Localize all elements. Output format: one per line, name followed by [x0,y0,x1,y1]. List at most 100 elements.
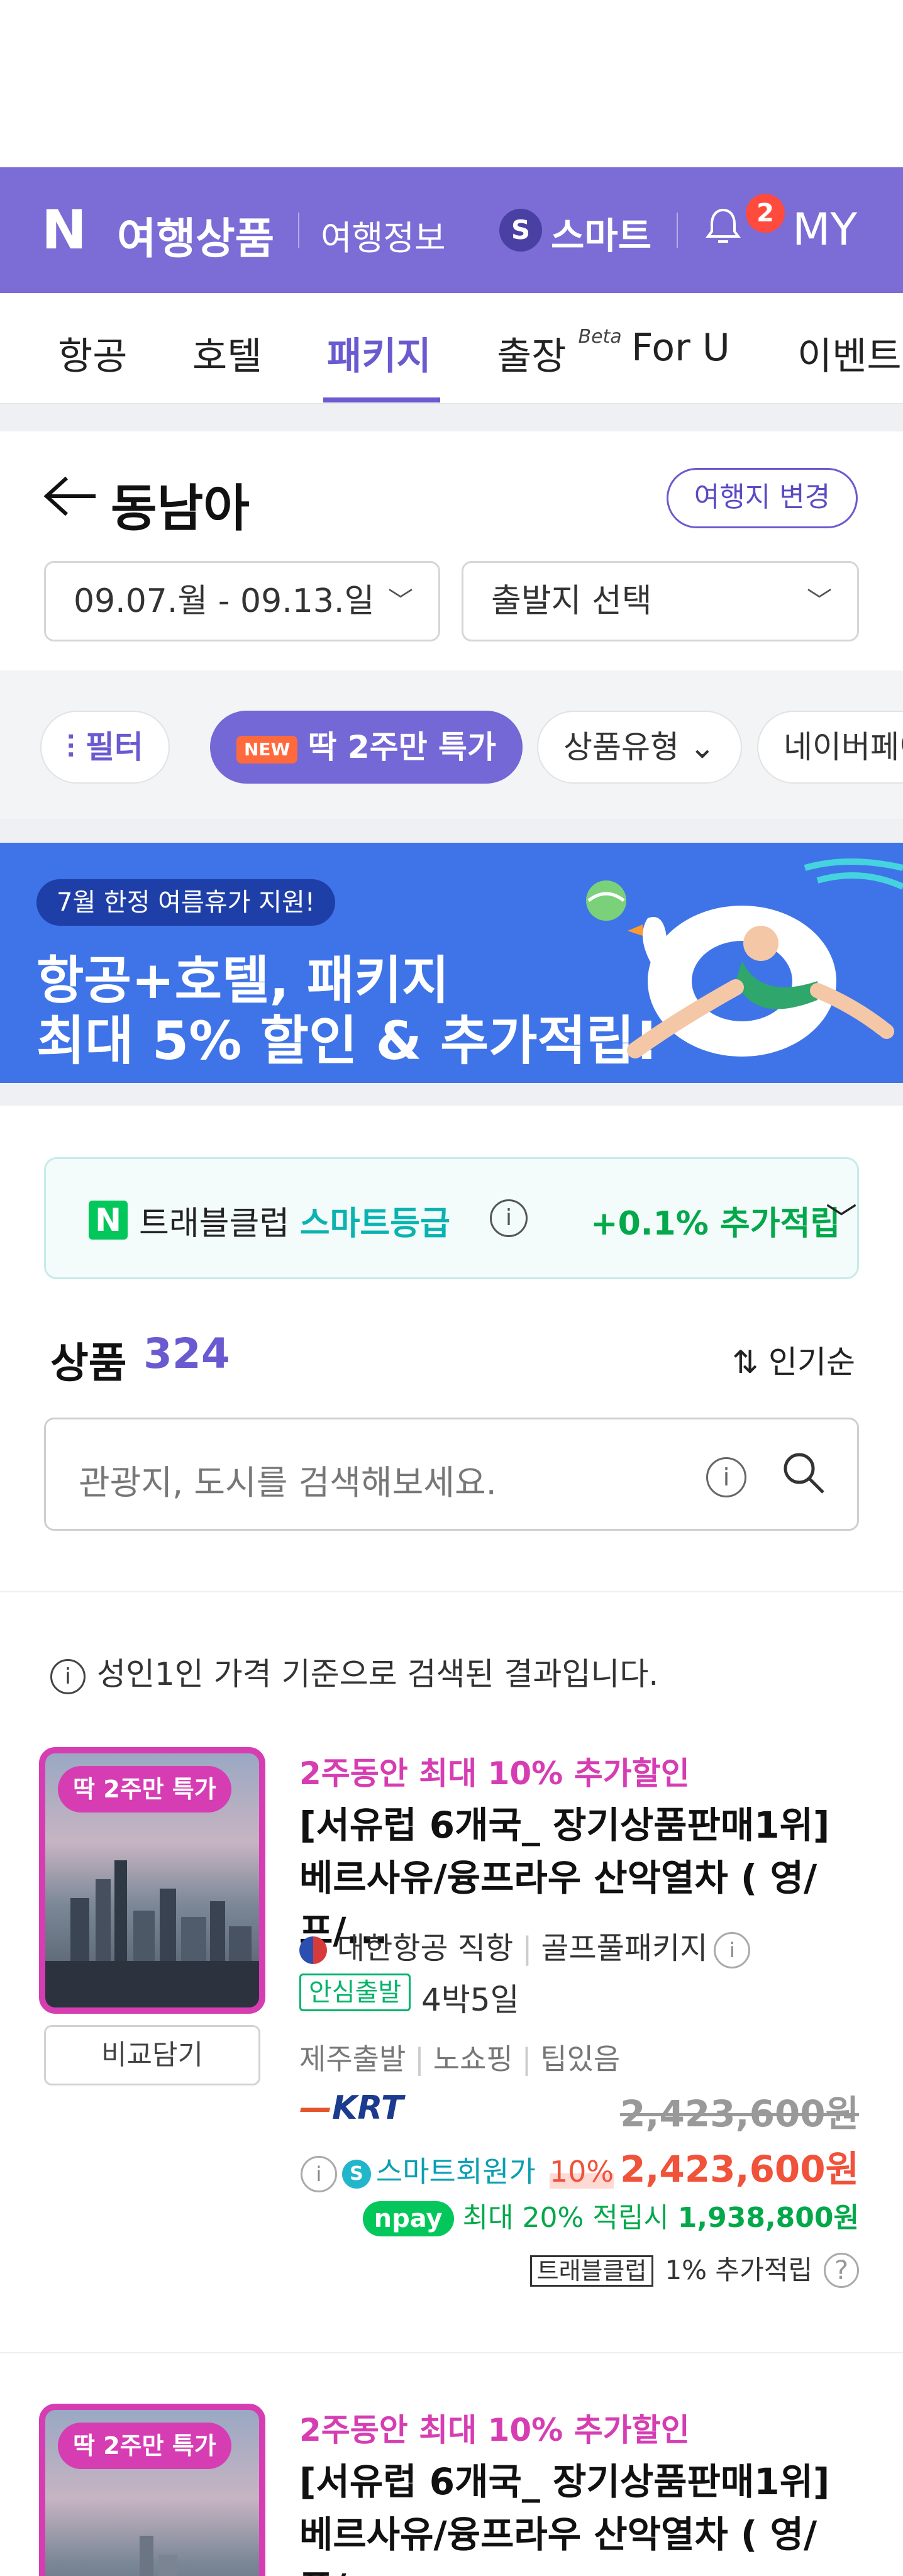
product-thumbnail[interactable]: 딱 2주만 특가 [39,2404,265,2576]
info-icon: i [50,1658,86,1694]
category-tabs: 항공 호텔 패키지 출장 Beta For U 이벤트 [0,293,903,404]
filter-chip[interactable]: ⫶ 필터 [40,711,170,784]
origin-select[interactable]: 출발지 선택 ﹀ [462,561,859,641]
trip-duration: 4박5일 [421,1982,519,2018]
info-icon[interactable]: i [706,1457,746,1497]
price-notice: i 성인1인 가격 기준으로 검색된 결과입니다. [50,1649,658,1694]
smart-button[interactable]: 스마트 [551,206,651,259]
agency-name: KRT [332,2089,404,2127]
pipe-separator: | [522,1931,533,1966]
promo-text: 2주동안 최대 10% 추가할인 [299,2412,690,2448]
section-divider [0,404,903,431]
smart-icon: S [499,209,542,252]
tab-hotel[interactable]: 호텔 [192,326,262,380]
beta-label: Beta [578,326,622,348]
travel-info-link[interactable]: 여행정보 [321,210,446,260]
sort-label: 인기순 [768,1344,855,1380]
tab-flight[interactable]: 항공 [58,326,127,380]
date-select[interactable]: 09.07.월 - 09.13.일 ﹀ [44,561,440,641]
price-notice-text: 성인1인 가격 기준으로 검색된 결과입니다. [97,1656,659,1692]
filter-label: 필터 [85,729,143,765]
safe-departure-badge: 안심출발 [299,1974,411,2011]
divider [0,1591,903,1592]
origin-text: 제주출발 [299,2042,406,2076]
npay-badge: npay [362,2201,454,2236]
help-icon[interactable]: ? [824,2253,859,2288]
npay-price: 1,938,800원 [677,2202,859,2234]
city-skyline-image [140,2536,177,2576]
sort-icon: ⇅ [732,1344,759,1380]
change-destination-button[interactable]: 여행지 변경 [667,468,858,528]
my-button[interactable]: MY [792,204,857,255]
club-reward-text: 1% 추가적립 [665,2255,812,2285]
section-divider [0,819,903,843]
status-area [0,0,903,167]
product-meta: 제주출발 | 노쇼핑 | 팁있음 [299,2036,620,2078]
product-count-label: 상품 [50,1339,127,1387]
agency-swoosh: — [299,2089,332,2127]
banner-pill: 7월 한정 여름휴가 지원! [36,879,335,926]
section-divider [0,1083,903,1106]
header-title[interactable]: 여행상품 [117,204,274,266]
search-icon[interactable] [780,1450,827,1507]
product-title[interactable]: [서유럽 6개국_ 장기상품판매1위] 베르사유/융프라우 산악열차 ( 영/프… [299,2455,859,2576]
airline-row: 대한항공 직항 | 골프풀패키지 i [299,1923,751,1968]
smart-member-label: 스마트회원가 [375,2155,536,2189]
date-select-value: 09.07.월 - 09.13.일 [74,582,375,620]
tab-for-u[interactable]: For U [631,326,730,370]
tab-business-label: 출장 [497,335,567,379]
naver-logo[interactable]: N [42,203,89,257]
extra-reward-text: +0.1% 추가적립 [590,1205,841,1243]
region-title: 동남아 [111,479,250,538]
korean-air-icon [299,1936,327,1964]
divider [0,2352,903,2353]
smart-badge-icon: S [341,2159,371,2189]
promo-banner[interactable]: 7월 한정 여름휴가 지원! 항공+호텔, 패키지 최대 5% 할인 & 추가적… [0,843,903,1083]
info-icon[interactable]: i [714,1932,751,1968]
tab-event[interactable]: 이벤트 [797,326,902,380]
search-box[interactable]: 관광지, 도시를 검색해보세요. i [44,1418,859,1531]
promo-text: 2주동안 최대 10% 추가할인 [299,1755,690,1792]
new-tag: NEW [236,735,298,763]
compare-button[interactable]: 비교담기 [44,2025,260,2085]
origin-select-value: 출발지 선택 [491,582,652,620]
notification-badge: 2 [746,194,785,233]
product-thumbnail[interactable]: 딱 2주만 특가 [39,1747,265,2014]
npay-text: 최대 20% 적립시 [462,2202,669,2234]
product-count-row: 상품 324 ⇅ 인기순 [50,1326,855,1389]
region-section: 동남아 여행지 변경 09.07.월 - 09.13.일 ﹀ 출발지 선택 ﹀ [0,431,903,670]
original-price: 2,423,600원 [620,2092,859,2135]
airline-name: 대한항공 직항 [337,1931,514,1966]
travel-club-grade: 스마트등급 [299,1205,450,1243]
travel-club-box[interactable]: N 트래블클럽 스마트등급 i +0.1% 추가적립 ﹀ [44,1157,859,1279]
back-arrow-icon[interactable] [42,469,98,531]
info-icon[interactable]: i [300,2155,337,2192]
filter-chips: ⫶ 필터 NEW 딱 2주만 특가 상품유형 ⌄ 네이버페이 [0,670,903,819]
club-reward-row: 트래블클럽 1% 추가적립? [529,2249,859,2288]
notification-bell-icon[interactable] [703,205,743,255]
tip-text: 팁있음 [540,2042,621,2076]
chevron-down-icon: ﹀ [388,587,413,616]
header-divider [677,213,678,248]
naver-n-icon: N [89,1201,128,1240]
header-bar: N 여행상품 여행정보 S 스마트 2 MY [0,167,903,293]
chevron-down-icon[interactable]: ﹀ [826,1194,857,1240]
sort-button[interactable]: ⇅ 인기순 [732,1337,855,1382]
search-input[interactable]: 관광지, 도시를 검색해보세요. [79,1455,497,1504]
npay-row: npay 최대 20% 적립시 1,938,800원 [362,2195,859,2236]
tab-package[interactable]: 패키지 [327,326,431,380]
travel-club-box-label: 트래블클럽 [529,2255,654,2287]
filter-sliders-icon: ⫶ [67,729,75,765]
tab-business[interactable]: 출장 Beta [497,326,622,380]
pipe-separator: | [521,2042,532,2076]
naver-pay-chip[interactable]: 네이버페이 [757,711,903,784]
chevron-down-icon: ⌄ [689,729,716,765]
product-type-chip[interactable]: 상품유형 ⌄ [537,711,742,784]
info-icon[interactable]: i [490,1199,528,1237]
chevron-down-icon: ﹀ [807,587,832,616]
travel-club-label: 트래블클럽 스마트등급 [139,1197,450,1244]
product-type-label: 상품유형 [563,729,679,765]
product-count: 324 [143,1330,230,1378]
travel-club-name: 트래블클럽 [139,1205,290,1243]
special-deal-chip[interactable]: NEW 딱 2주만 특가 [210,711,523,784]
